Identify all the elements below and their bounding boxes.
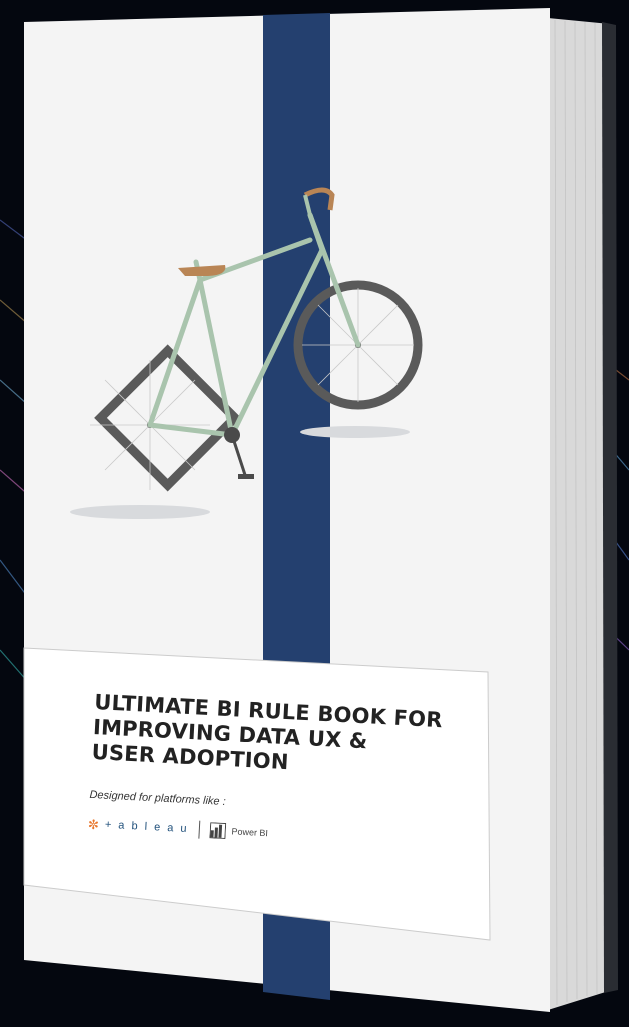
power-bi-wordmark: Power BI bbox=[231, 826, 269, 839]
cover-text-panel: ULTIMATE BI RULE BOOK FOR IMPROVING DATA… bbox=[88, 690, 455, 852]
designed-for-label: Designed for platforms like : bbox=[89, 788, 226, 808]
logo-divider bbox=[198, 820, 201, 839]
book: ULTIMATE BI RULE BOOK FOR IMPROVING DATA… bbox=[0, 0, 629, 1027]
tableau-wordmark: + a b l e a u bbox=[104, 818, 189, 836]
tableau-logo-icon: ✼ bbox=[87, 816, 100, 832]
square-wheel-icon bbox=[90, 344, 242, 492]
bicycle-illustration bbox=[70, 187, 423, 519]
power-bi-logo-icon bbox=[209, 822, 226, 840]
